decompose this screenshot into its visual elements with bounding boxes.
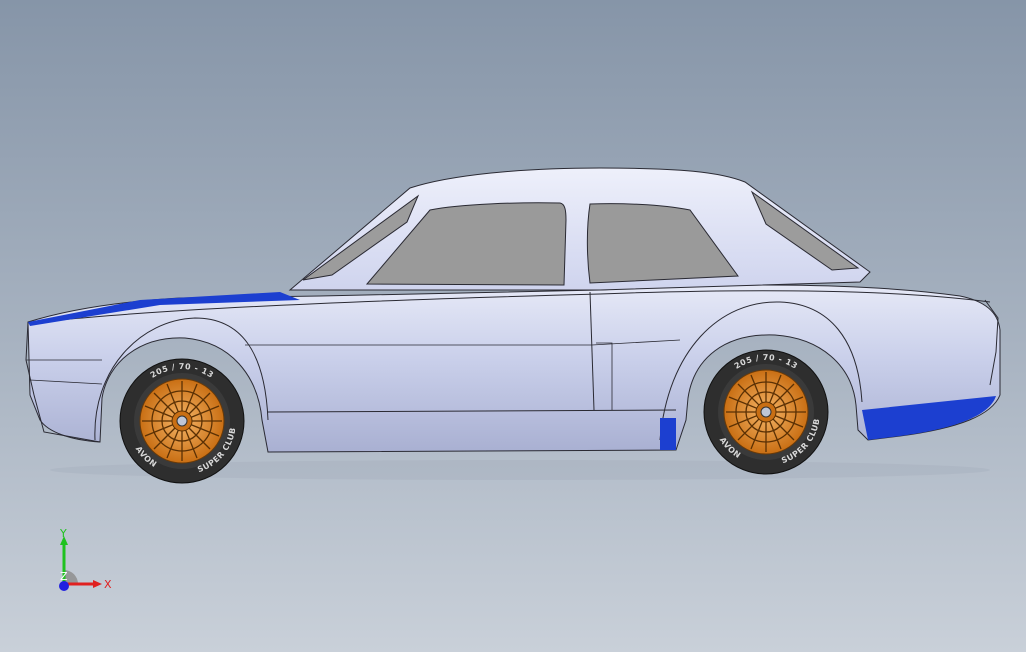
y-axis-label: Y (59, 528, 67, 540)
rear-wheel[interactable]: 205 / 70 - 13 AVON SUPER CLUB (703, 349, 829, 475)
rear-sill-stripe (660, 418, 676, 450)
x-axis-arrowhead (93, 580, 102, 588)
car-model[interactable]: 205 / 70 - 13 AVON SUPER CLUB 205 / 70 -… (0, 0, 1026, 652)
z-axis-label: Z (60, 570, 68, 583)
front-wheel[interactable]: 205 / 70 - 13 AVON SUPER CLUB (119, 358, 245, 484)
reference-triad: Y X Z (59, 528, 112, 591)
x-axis-label: X (104, 578, 112, 591)
graphics-viewport[interactable]: 205 / 70 - 13 AVON SUPER CLUB 205 / 70 -… (0, 0, 1026, 652)
